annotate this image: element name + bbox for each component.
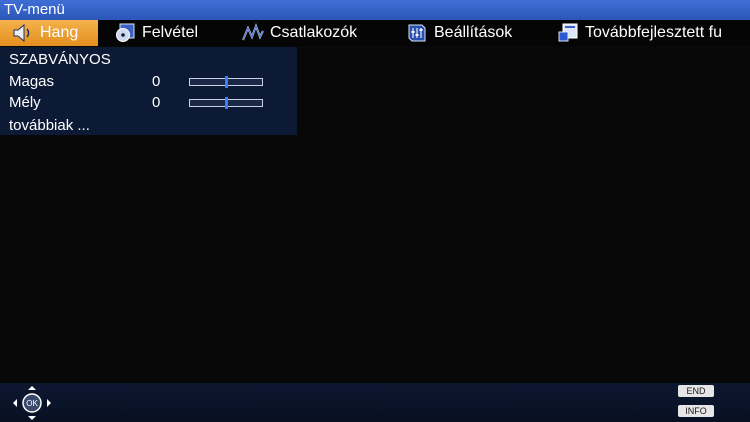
settings-icon (406, 23, 428, 43)
treble-value: 0 (152, 73, 161, 90)
dpad-ok-icon: OK (12, 385, 52, 421)
bass-slider[interactable] (189, 97, 263, 109)
tab-sound[interactable]: Hang (0, 20, 98, 46)
treble-label: Magas (9, 73, 55, 90)
bass-setting[interactable]: Mély 0 (9, 94, 279, 114)
sound-mode-option[interactable]: SZABVÁNYOS (9, 51, 111, 68)
ok-label: OK (26, 399, 38, 408)
connection-icon (242, 23, 264, 43)
tab-label: Hang (40, 24, 79, 41)
tab-advanced-features[interactable]: Továbbfejlesztett fu (557, 20, 750, 46)
speaker-icon (12, 23, 34, 43)
window-title: TV-menü (0, 0, 750, 20)
tab-label: Beállítások (434, 24, 513, 41)
disc-icon (114, 23, 136, 43)
bottom-bar (0, 383, 750, 422)
treble-slider-thumb[interactable] (225, 76, 228, 88)
tab-connections[interactable]: Csatlakozók (242, 20, 387, 46)
treble-slider[interactable] (189, 76, 263, 88)
tab-label: Csatlakozók (270, 24, 358, 41)
advanced-icon (557, 23, 579, 43)
bass-label: Mély (9, 94, 41, 111)
more-settings-link[interactable]: továbbiak ... (9, 117, 90, 134)
tab-recording[interactable]: Felvétel (114, 20, 224, 46)
info-key-badge: INFO (678, 405, 714, 417)
bass-value: 0 (152, 94, 161, 111)
end-key-badge: END (678, 385, 714, 397)
tab-label: Felvétel (142, 24, 199, 41)
bass-slider-thumb[interactable] (225, 97, 228, 109)
treble-setting[interactable]: Magas 0 (9, 73, 279, 93)
tv-menu-screen: TV-menü Hang Felvétel Csatlakozók Beállí… (0, 0, 750, 422)
tab-label: Továbbfejlesztett fu (585, 24, 722, 41)
sound-settings-panel: SZABVÁNYOS Magas 0 Mély 0 továbbiak ... (0, 47, 297, 135)
tab-bar: Hang Felvétel Csatlakozók Beállítások To (0, 20, 750, 46)
tab-settings[interactable]: Beállítások (406, 20, 536, 46)
